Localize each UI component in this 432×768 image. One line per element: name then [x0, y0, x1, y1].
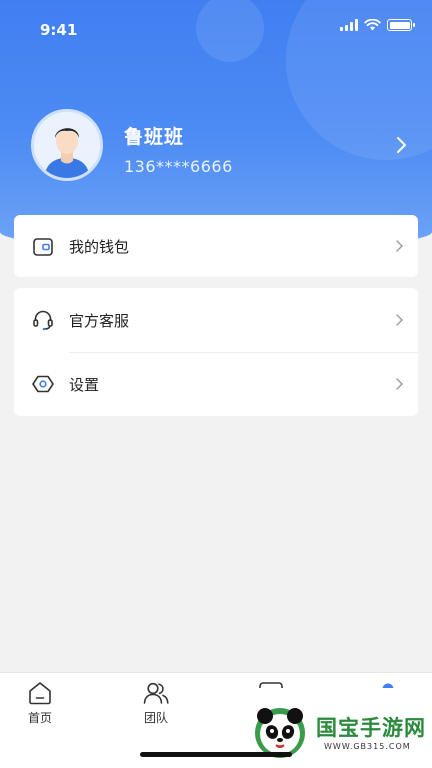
battery-icon — [387, 19, 415, 31]
wallet-icon — [33, 238, 53, 256]
user-phone: 136****6666 — [124, 157, 233, 176]
cellular-signal-icon — [340, 19, 358, 31]
chevron-right-icon — [396, 378, 403, 390]
status-icons — [340, 19, 415, 31]
menu-label-customer-service: 官方客服 — [69, 311, 130, 330]
user-name: 鲁班班 — [124, 126, 185, 148]
home-icon — [29, 682, 51, 705]
tab-label-team: 团队 — [143, 711, 168, 725]
status-time: 9:41 — [40, 21, 78, 39]
menu-label-settings: 设置 — [69, 375, 100, 394]
home-indicator — [140, 752, 292, 757]
tab-home[interactable]: 首页 — [10, 681, 70, 726]
menu-item-customer-service[interactable]: 官方客服 — [14, 288, 418, 352]
menu-item-settings[interactable]: 设置 — [14, 352, 418, 416]
status-bar: 9:41 — [0, 0, 432, 56]
watermark-title: 国宝手游网 — [316, 716, 426, 740]
tab-team[interactable]: 团队 — [126, 681, 186, 726]
chevron-right-icon[interactable] — [394, 136, 410, 154]
tab-label-home: 首页 — [27, 711, 52, 725]
chevron-right-icon — [396, 240, 403, 252]
avatar[interactable] — [31, 109, 103, 181]
wifi-icon — [364, 19, 381, 31]
menu-label-wallet: 我的钱包 — [69, 237, 130, 256]
menu-item-wallet[interactable]: 我的钱包 — [14, 215, 418, 277]
headset-icon — [33, 310, 53, 331]
settings-hexagon-icon — [32, 375, 54, 393]
profile-screen: 9:41 鲁班班 136****6666 我的钱包 官方客服 设置 首页 团队 … — [0, 0, 432, 768]
user-avatar-icon — [34, 112, 100, 178]
wallet-card: 我的钱包 — [14, 215, 418, 277]
watermark-url: WWW.GB315.COM — [324, 742, 411, 751]
chevron-right-icon — [396, 314, 403, 326]
team-icon — [143, 682, 169, 704]
settings-card: 官方客服 设置 — [14, 288, 418, 416]
